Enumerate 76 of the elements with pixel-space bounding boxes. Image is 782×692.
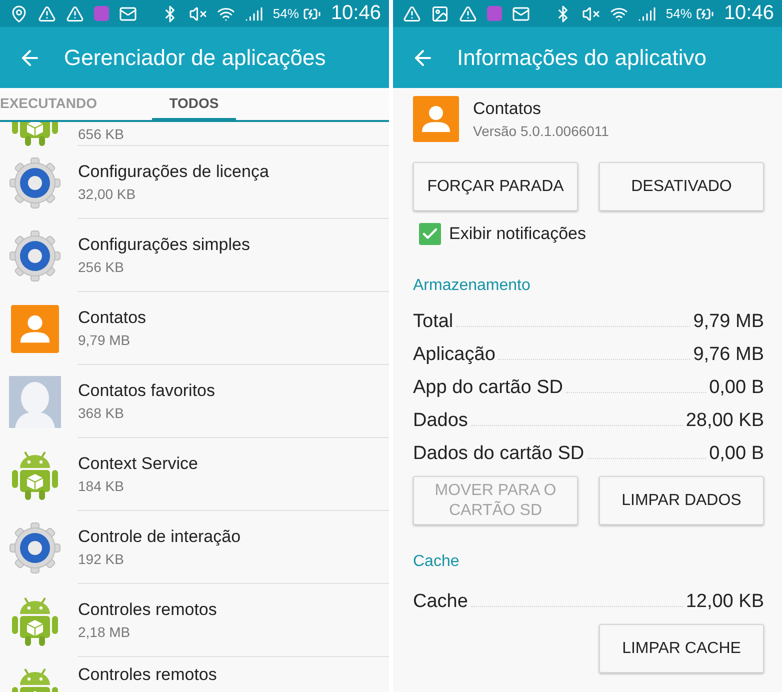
warning-icon [403,4,421,22]
storage-value: 28,00 KB [686,410,764,432]
app-row[interactable]: Contatos favoritos 368 KB [0,365,389,438]
storage-value: 9,79 MB [693,311,764,333]
storage-label: Dados do cartão SD [413,443,584,465]
clock-time: 10:46 [724,2,774,25]
battery-percentage: 54% [666,6,692,21]
storage-label: Aplicação [413,344,496,366]
action-button[interactable]: DESATIVADO [599,162,764,211]
storage-value: 0,00 B [709,377,764,399]
app-row[interactable]: Configurações simples 256 KB [0,219,389,292]
app-name: Controles remotos [78,600,218,620]
storage-label: Dados [413,410,468,432]
mute-icon [582,4,600,22]
app-notification-icon [487,6,502,21]
app-version: Versão 5.0.1.0066011 [473,123,609,139]
app-name: Contatos [78,308,148,328]
app-size: 656 KB [78,126,125,142]
warning-icon [38,4,56,22]
app-row[interactable]: Contatos 9,79 MB [0,292,389,365]
storage-label: Cache [413,591,468,613]
app-size: 32,00 KB [78,186,137,202]
app-row[interactable]: 656 KB [0,122,389,146]
action-button[interactable]: LIMPAR DADOS [599,476,764,525]
app-size: 9,79 MB [78,332,132,348]
action-button[interactable]: FORÇAR PARADA [413,162,578,211]
app-name: Controles remotos [78,665,218,685]
app-row[interactable]: Configurações de licença 32,00 KB [0,146,389,219]
mute-icon [188,4,207,22]
mail-icon [119,4,137,22]
screen-title: Informações do aplicativo [457,44,706,70]
contacts-app-icon [413,96,459,142]
app-row[interactable]: Controles remotos 2,18 MB [0,584,389,657]
app-name: Configurações simples [78,235,251,255]
app-name: Contatos favoritos [78,381,216,401]
image-icon [431,4,449,22]
android-robot-icon [12,596,58,646]
clock-time: 10:46 [330,2,381,25]
battery-percentage: 54% [272,6,299,21]
warning-icon [66,4,84,22]
warning-icon [459,4,477,22]
mail-icon [512,4,530,22]
app-size: 184 KB [78,478,125,494]
android-robot-icon [12,450,58,500]
section-heading: Armazenamento [413,277,532,295]
app-name: Contatos [473,99,542,119]
app-notification-icon [94,6,109,21]
app-size: 2,18 MB [78,624,132,640]
app-size: 256 KB [78,259,125,275]
app-name: Configurações de licença [78,162,270,182]
storage-value: 12,00 KB [686,591,764,613]
gear-icon [9,522,61,574]
storage-value: 0,00 B [709,443,764,465]
app-name: Context Service [78,454,199,474]
app-size: 192 KB [78,551,125,567]
app-row[interactable]: Controles remotos [0,657,389,692]
checkbox-label: Exibir notificações [449,224,586,244]
app-row[interactable]: Controle de interação 192 KB [0,511,389,584]
screen-title: Gerenciador de aplicações [64,44,326,70]
tab[interactable]: TODOS [152,88,236,122]
app-name: Controle de interação [78,527,242,547]
checkbox[interactable] [419,223,441,245]
avatar-silhouette-icon [9,376,61,428]
gear-icon [9,156,61,208]
app-row[interactable]: Context Service 184 KB [0,438,389,511]
storage-value: 9,76 MB [693,344,764,366]
storage-label: App do cartão SD [413,377,563,399]
app-size: 368 KB [78,405,125,421]
signal-icon [244,4,263,22]
storage-label: Total [413,311,454,333]
location-pin-icon [10,4,28,22]
contacts-app-icon [11,304,59,352]
gear-icon [9,230,61,282]
action-button[interactable]: LIMPAR CACHE [599,624,764,673]
section-heading: Cache [413,553,460,571]
signal-icon [638,4,656,22]
